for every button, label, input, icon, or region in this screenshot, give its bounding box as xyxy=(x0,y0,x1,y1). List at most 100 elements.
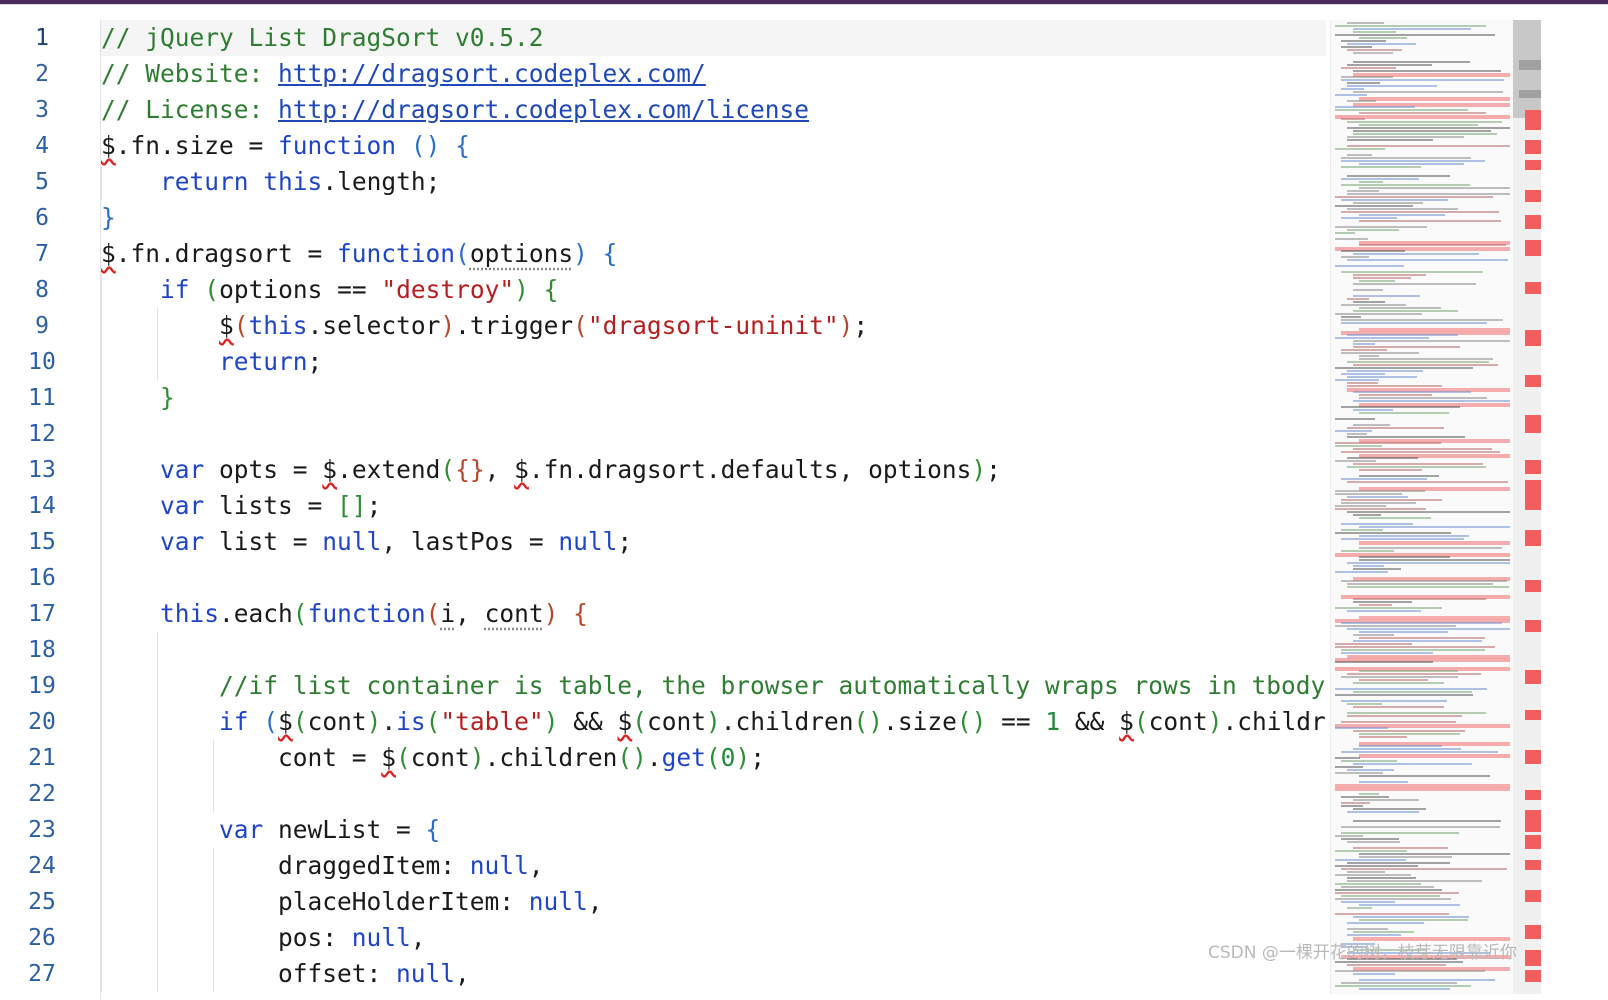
code-line[interactable]: cont = $(cont).children().get(0); xyxy=(101,740,1326,776)
scrollbar-error-marker[interactable] xyxy=(1525,110,1541,130)
scrollbar-error-marker[interactable] xyxy=(1525,160,1541,170)
code-line[interactable]: return this.length; xyxy=(101,164,1326,200)
code-editor[interactable]: // jQuery List DragSort v0.5.2 // Websit… xyxy=(100,20,1326,1000)
scrollbar-error-marker[interactable] xyxy=(1525,530,1541,546)
code-line[interactable]: // License: http://dragsort.codeplex.com… xyxy=(101,92,1326,128)
vertical-scrollbar[interactable] xyxy=(1513,20,1541,994)
line-number: 1 xyxy=(35,25,49,51)
line-number: 25 xyxy=(28,889,56,915)
code-line[interactable]: //if list container is table, the browse… xyxy=(101,668,1326,704)
code-line[interactable]: var newList = { xyxy=(101,812,1326,848)
code-lines[interactable]: // jQuery List DragSort v0.5.2 // Websit… xyxy=(101,20,1326,992)
minimap-line xyxy=(1341,199,1448,201)
code-line[interactable]: return; xyxy=(101,344,1326,380)
minimap-line xyxy=(1359,181,1383,183)
code-line[interactable]: var list = null, lastPos = null; xyxy=(101,524,1326,560)
minimap-line xyxy=(1341,550,1394,552)
scrollbar-error-marker[interactable] xyxy=(1525,750,1541,764)
code-line[interactable]: } xyxy=(101,380,1326,416)
minimap-line xyxy=(1341,700,1447,702)
minimap-line xyxy=(1347,154,1372,156)
scrollbar-error-marker[interactable] xyxy=(1525,330,1541,346)
minimap-line xyxy=(1353,820,1501,822)
minimap-line xyxy=(1359,754,1510,758)
minimap-line xyxy=(1353,130,1491,132)
minimap-line xyxy=(1347,610,1421,612)
minimap-line xyxy=(1341,721,1456,723)
minimap-line xyxy=(1341,868,1507,870)
scrollbar-error-marker[interactable] xyxy=(1525,890,1541,902)
code-line[interactable]: this.each(function(i, cont) { xyxy=(101,596,1326,632)
scrollbar-error-marker[interactable] xyxy=(1525,215,1541,229)
code-line[interactable]: // jQuery List DragSort v0.5.2 xyxy=(101,20,1326,56)
line-number-gutter[interactable]: 1 2 3 4 5 6 7 8 9 10 11 12 13 14 15 16 1… xyxy=(0,20,92,992)
minimap-line xyxy=(1335,313,1422,315)
scrollbar-error-marker[interactable] xyxy=(1525,835,1541,849)
license-link[interactable]: http://dragsort.codeplex.com/license xyxy=(278,95,809,124)
code-line[interactable] xyxy=(101,776,1326,812)
scrollbar-error-marker[interactable] xyxy=(1525,282,1541,294)
code-line[interactable]: pos: null, xyxy=(101,920,1326,956)
code-line[interactable]: if ($(cont).is("table") && $(cont).child… xyxy=(101,704,1326,740)
error-squiggle: $ xyxy=(101,239,116,268)
scrollbar-error-marker[interactable] xyxy=(1525,970,1541,982)
scrollbar-error-marker[interactable] xyxy=(1519,60,1541,70)
top-divider xyxy=(0,4,1608,5)
code-line[interactable]: var lists = []; xyxy=(101,488,1326,524)
website-link[interactable]: http://dragsort.codeplex.com/ xyxy=(278,59,706,88)
minimap-line xyxy=(1359,736,1407,738)
scrollbar-error-marker[interactable] xyxy=(1525,190,1541,202)
scrollbar-error-marker[interactable] xyxy=(1519,90,1541,98)
code-line[interactable] xyxy=(101,632,1326,668)
minimap-line xyxy=(1335,913,1449,915)
scrollbar-error-marker[interactable] xyxy=(1525,580,1541,592)
code-line[interactable] xyxy=(101,560,1326,596)
minimap-line xyxy=(1359,919,1468,921)
minimap-line xyxy=(1341,832,1459,834)
code-line[interactable]: $.fn.dragsort = function(options) { xyxy=(101,236,1326,272)
minimap-line xyxy=(1347,49,1402,51)
code-line[interactable]: placeHolderItem: null, xyxy=(101,884,1326,920)
scrollbar-error-marker[interactable] xyxy=(1525,375,1541,387)
minimap-line xyxy=(1335,196,1493,198)
minimap-line xyxy=(1341,538,1464,540)
minimap-line xyxy=(1347,361,1489,363)
code-line[interactable]: if (options == "destroy") { xyxy=(101,272,1326,308)
scrollbar-error-marker[interactable] xyxy=(1525,810,1541,832)
minimap-line xyxy=(1335,694,1473,696)
minimap-line xyxy=(1359,220,1501,222)
line-number: 10 xyxy=(28,349,56,375)
code-line[interactable]: draggedItem: null, xyxy=(101,848,1326,884)
code-line[interactable] xyxy=(101,416,1326,452)
scrollbar-error-marker[interactable] xyxy=(1525,860,1541,870)
code-line[interactable]: $.fn.size = function () { xyxy=(101,128,1326,164)
minimap-line xyxy=(1347,136,1464,138)
code-line[interactable]: } xyxy=(101,200,1326,236)
minimap[interactable] xyxy=(1330,20,1516,994)
scrollbar-error-marker[interactable] xyxy=(1525,415,1541,433)
minimap-line xyxy=(1335,787,1510,791)
code-line[interactable]: offset: null, xyxy=(101,956,1326,992)
scrollbar-error-marker[interactable] xyxy=(1525,140,1541,154)
code-line[interactable]: var opts = $.extend({}, $.fn.dragsort.de… xyxy=(101,452,1326,488)
minimap-line xyxy=(1353,565,1384,567)
minimap-line xyxy=(1341,499,1442,501)
scrollbar-error-marker[interactable] xyxy=(1525,620,1541,632)
minimap-line xyxy=(1335,109,1468,111)
minimap-line xyxy=(1341,529,1383,531)
code-line[interactable]: $(this.selector).trigger("dragsort-unini… xyxy=(101,308,1326,344)
code-line[interactable]: // Website: http://dragsort.codeplex.com… xyxy=(101,56,1326,92)
scrollbar-error-marker[interactable] xyxy=(1525,460,1541,474)
line-number: 3 xyxy=(35,97,49,123)
scrollbar-error-marker[interactable] xyxy=(1525,240,1541,256)
scrollbar-error-marker[interactable] xyxy=(1525,670,1541,684)
minimap-line xyxy=(1359,475,1439,477)
scrollbar-error-marker[interactable] xyxy=(1525,950,1541,966)
scrollbar-error-marker[interactable] xyxy=(1525,925,1541,939)
minimap-line xyxy=(1341,316,1361,318)
scrollbar-error-marker[interactable] xyxy=(1525,710,1541,720)
line-number: 23 xyxy=(28,817,56,843)
scrollbar-error-marker[interactable] xyxy=(1525,790,1541,800)
minimap-line xyxy=(1353,514,1381,516)
scrollbar-error-marker[interactable] xyxy=(1525,480,1541,510)
